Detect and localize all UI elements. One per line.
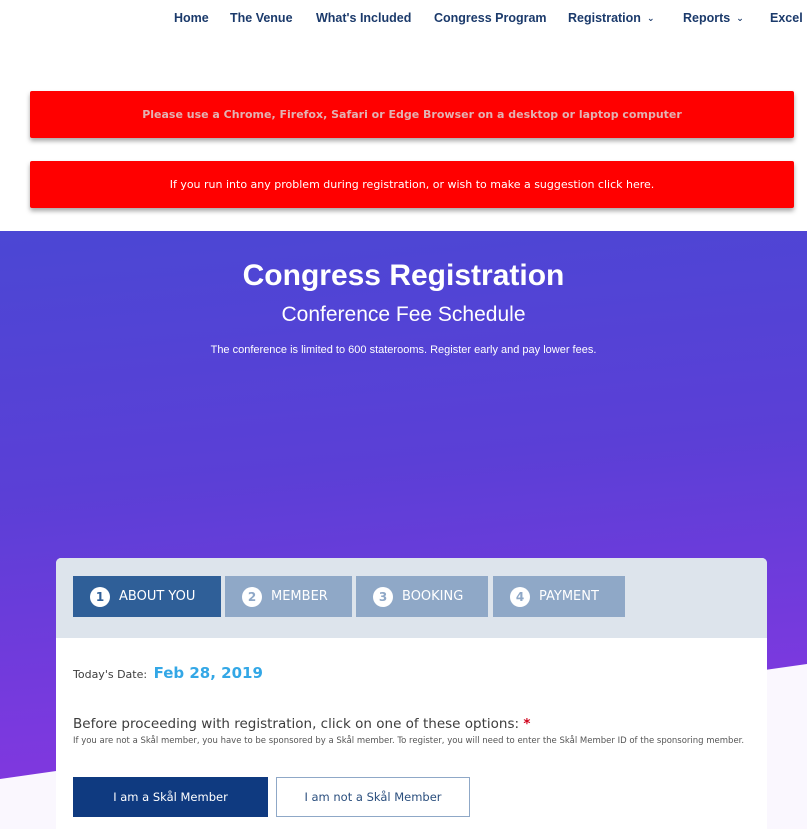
feedback-banner-link[interactable]: If you run into any problem during regis…	[30, 161, 794, 208]
registration-card: 1 ABOUT YOU 2 MEMBER 3 BOOKING 4 PAYMENT…	[56, 558, 767, 829]
step-label: PAYMENT	[539, 589, 599, 604]
not-skal-member-button[interactable]: I am not a Skål Member	[276, 777, 470, 817]
nav-excel[interactable]: Excel	[770, 11, 803, 25]
step-payment[interactable]: 4 PAYMENT	[493, 576, 625, 617]
nav-the-venue-label: The Venue	[230, 11, 293, 25]
nav-whats-included-label: What's Included	[316, 11, 412, 25]
wizard-steps: 1 ABOUT YOU 2 MEMBER 3 BOOKING 4 PAYMENT	[56, 558, 767, 638]
sponsorship-help-text: If you are not a Skål member, you have t…	[73, 736, 745, 746]
nav-registration[interactable]: Registration ⌄	[568, 11, 654, 25]
prompt-text: Before proceeding with registration, cli…	[73, 716, 520, 732]
browser-warning-banner: Please use a Chrome, Firefox, Safari or …	[30, 91, 794, 138]
step-label: MEMBER	[271, 589, 328, 604]
step-label: BOOKING	[402, 589, 464, 604]
page-title: Congress Registration	[242, 259, 565, 292]
todays-date: Today's Date: Feb 28, 2019	[73, 664, 263, 682]
options-prompt: Before proceeding with registration, cli…	[73, 716, 530, 732]
page-subtitle: Conference Fee Schedule	[281, 303, 526, 326]
nav-reports-label: Reports	[683, 11, 731, 25]
nav-home-label: Home	[174, 11, 209, 25]
step-booking[interactable]: 3 BOOKING	[356, 576, 488, 617]
top-navigation: Home The Venue What's Included Congress …	[0, 0, 807, 38]
required-asterisk: *	[523, 716, 531, 732]
skal-member-button[interactable]: I am a Skål Member	[73, 777, 268, 817]
nav-the-venue[interactable]: The Venue	[230, 11, 293, 25]
nav-congress-program-label: Congress Program	[434, 11, 547, 25]
date-label: Today's Date:	[73, 668, 148, 681]
chevron-down-icon: ⌄	[736, 13, 744, 23]
date-value: Feb 28, 2019	[153, 664, 263, 682]
step-number-icon: 1	[90, 586, 110, 607]
step-member[interactable]: 2 MEMBER	[225, 576, 352, 617]
nav-whats-included[interactable]: What's Included	[316, 11, 411, 25]
step-about-you[interactable]: 1 ABOUT YOU	[73, 576, 221, 617]
hero-note: The conference is limited to 600 statero…	[210, 344, 597, 356]
nav-reports[interactable]: Reports ⌄	[683, 11, 744, 25]
nav-home[interactable]: Home	[174, 11, 209, 25]
step-number-icon: 2	[242, 586, 262, 607]
nav-congress-program[interactable]: Congress Program	[434, 11, 547, 25]
step-number-icon: 4	[510, 586, 530, 607]
nav-excel-label: Excel	[770, 11, 803, 25]
step-label: ABOUT YOU	[119, 589, 196, 604]
step-number-icon: 3	[373, 586, 393, 607]
nav-registration-label: Registration	[568, 11, 641, 25]
chevron-down-icon: ⌄	[646, 13, 655, 23]
